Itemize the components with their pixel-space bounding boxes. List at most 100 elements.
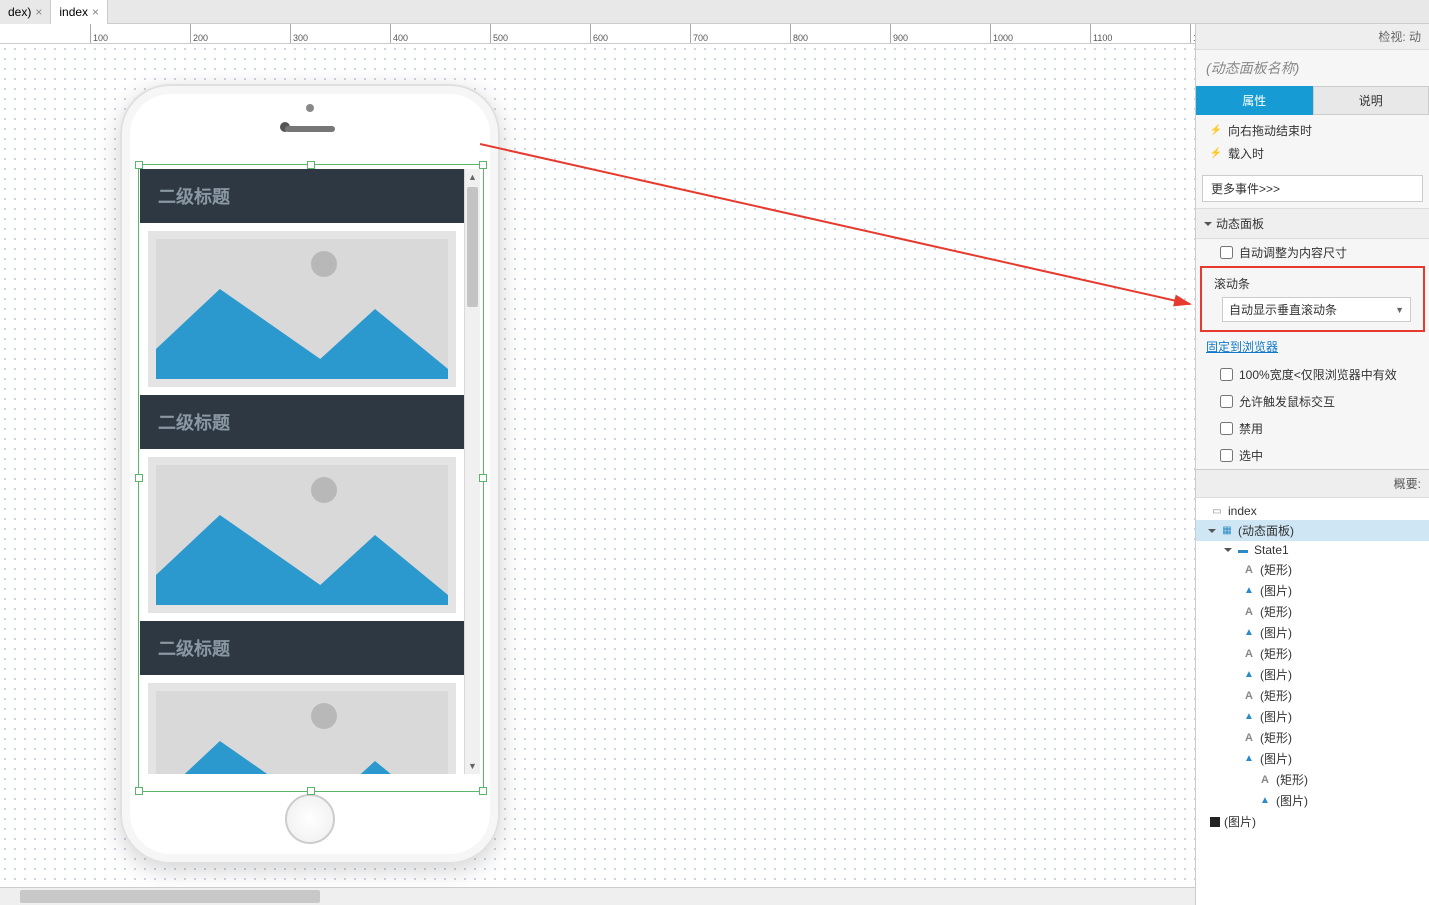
canvas[interactable]: ▲ ▼ 二级标题	[0, 44, 1195, 887]
phone-frame: ▲ ▼ 二级标题	[120, 84, 500, 864]
mountains-icon	[156, 505, 448, 605]
outline-item[interactable]: ▲ (图片)	[1196, 622, 1429, 643]
checkbox-label: 100%宽度<仅限浏览器中有效	[1239, 366, 1397, 383]
section-dynamic-panel[interactable]: 动态面板	[1196, 208, 1429, 239]
more-events-button[interactable]: 更多事件>>>	[1202, 175, 1423, 202]
lightning-icon: ⚡	[1210, 125, 1222, 137]
image-placeholder	[148, 231, 456, 387]
checkbox-disabled[interactable]: 禁用	[1196, 415, 1429, 442]
content-card: 二级标题	[140, 395, 464, 613]
checkbox[interactable]	[1220, 449, 1233, 462]
chevron-down-icon: ▼	[1395, 305, 1404, 315]
event-item[interactable]: ⚡ 向右拖动结束时	[1196, 119, 1429, 142]
close-icon[interactable]: ×	[35, 5, 42, 19]
inspector-header: 检视: 动	[1196, 24, 1429, 50]
outline-item[interactable]: A (矩形)	[1196, 601, 1429, 622]
outline-item[interactable]: ▲(图片)	[1196, 580, 1429, 601]
image-placeholder	[148, 683, 456, 774]
checkbox-allow-mouse[interactable]: 允许触发鼠标交互	[1196, 388, 1429, 415]
outline-item[interactable]: ▲ (图片)	[1196, 790, 1429, 811]
outline-label: (图片)	[1260, 750, 1292, 767]
content-card: 二级标题	[140, 621, 464, 774]
outline-label: (动态面板)	[1238, 522, 1294, 539]
tab-inactive[interactable]: dex) ×	[0, 0, 51, 24]
checkbox[interactable]	[1220, 368, 1233, 381]
outline-panel[interactable]: ▦ (动态面板)	[1196, 520, 1429, 541]
tab-active[interactable]: index ×	[51, 0, 108, 24]
outline-label: (图片)	[1260, 624, 1292, 641]
inspector-panel: 检视: 动 (动态面板名称) 属性 说明 ⚡ 向右拖动结束时 ⚡ 载入时 更多事…	[1195, 24, 1429, 905]
outline-item[interactable]: A (矩形)	[1196, 727, 1429, 748]
image-icon: ▲	[1258, 794, 1272, 808]
image-icon: ▲	[1242, 626, 1256, 640]
event-label: 载入时	[1228, 145, 1264, 162]
checkbox[interactable]	[1220, 395, 1233, 408]
checkbox[interactable]	[1220, 422, 1233, 435]
chevron-down-icon	[1224, 548, 1232, 552]
outline-state[interactable]: ▬ State1	[1196, 541, 1429, 559]
text-icon: A	[1242, 563, 1256, 577]
pin-to-browser-link[interactable]: 固定到浏览器	[1196, 332, 1429, 361]
outline-item[interactable]: (图片)	[1196, 811, 1429, 832]
outline-item[interactable]: A(矩形)	[1196, 643, 1429, 664]
outline-label: (矩形)	[1260, 561, 1292, 578]
outline-label: index	[1228, 504, 1257, 518]
home-button-icon	[285, 794, 335, 844]
outline-label: (图片)	[1224, 813, 1256, 830]
scrollbar-select[interactable]: 自动显示垂直滚动条 ▼	[1222, 297, 1411, 322]
chevron-down-icon	[1208, 529, 1216, 533]
outline-tree[interactable]: ▭ index ▦ (动态面板) ▬ State1 A(矩形) ▲(图片) A(…	[1196, 497, 1429, 905]
card-heading: 二级标题	[140, 395, 464, 449]
outline-item[interactable]: A(矩形)	[1196, 769, 1429, 790]
text-icon: A	[1242, 689, 1256, 703]
sensor-icon	[306, 104, 314, 112]
scrollbar-thumb[interactable]	[20, 890, 320, 903]
scroll-up-icon[interactable]: ▲	[465, 169, 480, 185]
tab-label: dex)	[8, 5, 31, 19]
outline-page[interactable]: ▭ index	[1196, 502, 1429, 520]
checkbox-selected[interactable]: 选中	[1196, 442, 1429, 469]
outline-item[interactable]: ▲ (图片)	[1196, 706, 1429, 727]
image-icon: ▲	[1242, 752, 1256, 766]
event-item[interactable]: ⚡ 载入时	[1196, 142, 1429, 165]
inspector-tabs: 属性 说明	[1196, 86, 1429, 115]
widget-name-field[interactable]: (动态面板名称)	[1196, 50, 1429, 86]
outline-item[interactable]: ▲(图片)	[1196, 664, 1429, 685]
canvas-area[interactable]: 1002003004005006007008009001000110012001…	[0, 24, 1195, 905]
mountains-icon	[156, 279, 448, 379]
outline-label: (矩形)	[1260, 729, 1292, 746]
outline-label: (矩形)	[1260, 687, 1292, 704]
image-icon: ▲	[1242, 710, 1256, 724]
checkbox[interactable]	[1220, 246, 1233, 259]
horizontal-scrollbar[interactable]	[0, 887, 1195, 905]
section-label: 动态面板	[1216, 215, 1264, 232]
image-placeholder	[148, 457, 456, 613]
tab-properties[interactable]: 属性	[1196, 86, 1313, 115]
tab-notes[interactable]: 说明	[1313, 86, 1429, 115]
page-icon: ▭	[1210, 504, 1224, 518]
checkbox-label: 选中	[1239, 447, 1263, 464]
checkbox-full-width[interactable]: 100%宽度<仅限浏览器中有效	[1196, 361, 1429, 388]
checkbox-label: 自动调整为内容尺寸	[1239, 244, 1347, 261]
outline-item[interactable]: A (矩形)	[1196, 685, 1429, 706]
text-icon: A	[1242, 605, 1256, 619]
outline-label: (矩形)	[1260, 645, 1292, 662]
outline-label: (图片)	[1260, 666, 1292, 683]
lightning-icon: ⚡	[1210, 148, 1222, 160]
outline-label: (矩形)	[1260, 603, 1292, 620]
card-heading: 二级标题	[140, 621, 464, 675]
annotation-arrow	[480, 134, 1195, 334]
vertical-scrollbar[interactable]: ▲ ▼	[464, 169, 480, 774]
outline-label: (图片)	[1276, 792, 1308, 809]
scrollbar-thumb[interactable]	[467, 187, 478, 307]
annotation-highlight: 滚动条 自动显示垂直滚动条 ▼	[1200, 266, 1425, 332]
close-icon[interactable]: ×	[92, 5, 99, 19]
scroll-down-icon[interactable]: ▼	[465, 758, 480, 774]
text-icon: A	[1242, 731, 1256, 745]
checkbox-auto-fit[interactable]: 自动调整为内容尺寸	[1196, 239, 1429, 266]
select-value: 自动显示垂直滚动条	[1229, 301, 1337, 318]
outline-label: (图片)	[1260, 708, 1292, 725]
scrollbar-label: 滚动条	[1204, 270, 1421, 297]
outline-item[interactable]: A (矩形)	[1196, 559, 1429, 580]
outline-item[interactable]: ▲ (图片)	[1196, 748, 1429, 769]
